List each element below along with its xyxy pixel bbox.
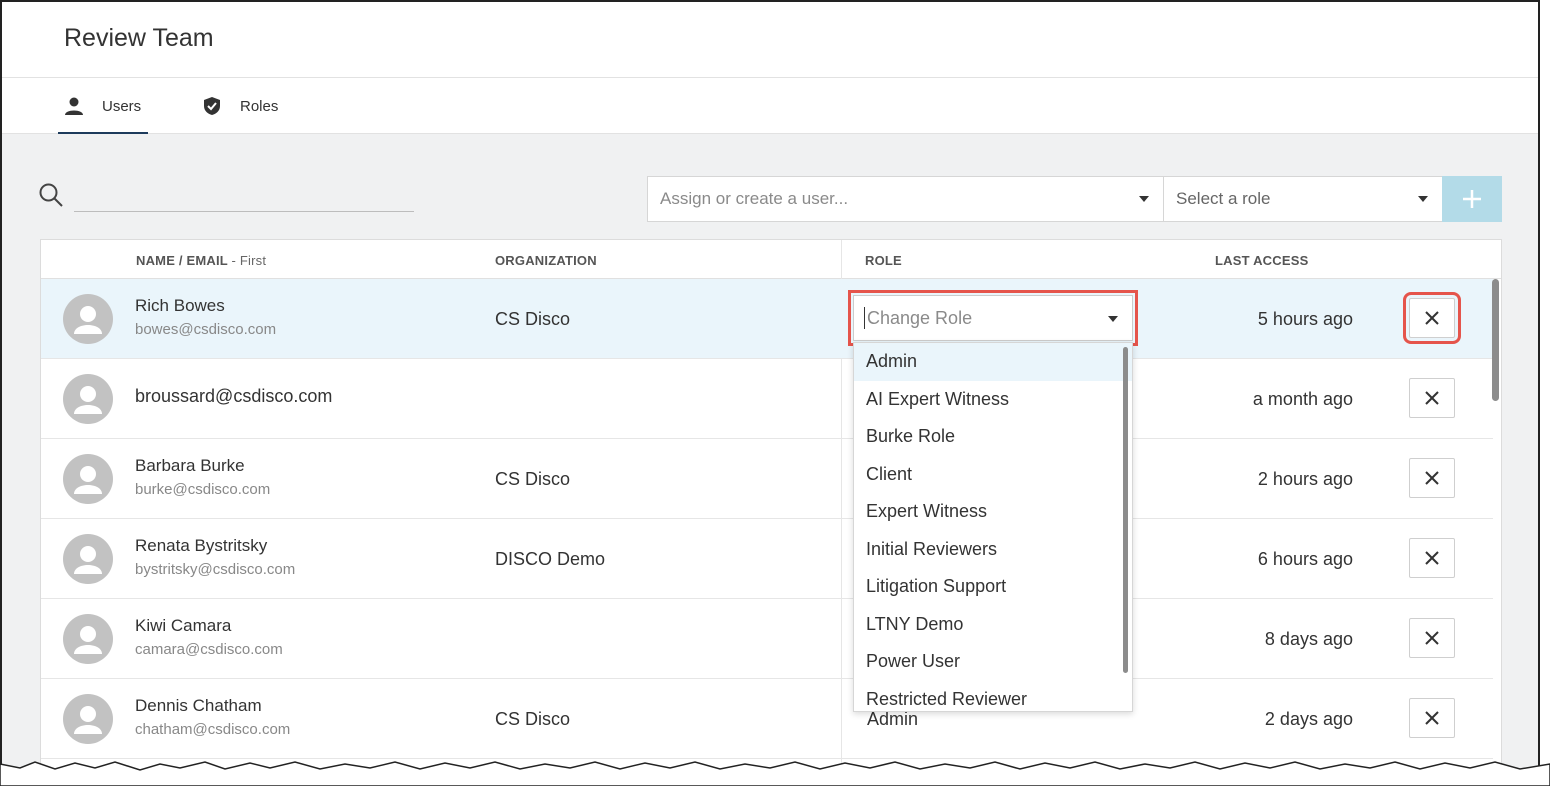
close-icon bbox=[1425, 631, 1439, 645]
user-organization: CS Disco bbox=[495, 469, 571, 489]
close-icon bbox=[1425, 311, 1439, 325]
role-option[interactable]: Power User bbox=[854, 643, 1132, 681]
table-scrollbar[interactable] bbox=[1492, 279, 1499, 401]
column-sort-label: - First bbox=[231, 253, 267, 268]
column-name-label: NAME / EMAIL bbox=[136, 253, 228, 268]
user-name: Rich Bowes bbox=[135, 296, 225, 315]
user-name: Renata Bystritsky bbox=[135, 536, 268, 555]
assign-user-placeholder: Assign or create a user... bbox=[660, 189, 849, 208]
close-icon bbox=[1425, 391, 1439, 405]
plus-icon bbox=[1463, 190, 1481, 208]
role-select-placeholder: Select a role bbox=[1176, 189, 1271, 208]
shield-check-icon bbox=[202, 96, 222, 116]
table-row[interactable]: Barbara Burke burke@csdisco.com CS Disco… bbox=[41, 439, 1493, 519]
remove-user-button[interactable] bbox=[1409, 698, 1455, 738]
table-row[interactable]: Kiwi Camara camara@csdisco.com 8 days ag… bbox=[41, 599, 1493, 679]
avatar bbox=[63, 454, 113, 504]
user-email: broussard@csdisco.com bbox=[135, 386, 333, 406]
text-cursor bbox=[864, 307, 865, 329]
user-role[interactable]: Admin bbox=[867, 709, 918, 730]
avatar bbox=[63, 614, 113, 664]
close-icon bbox=[1425, 711, 1439, 725]
avatar bbox=[63, 294, 113, 344]
assign-user-select[interactable]: Assign or create a user... bbox=[647, 176, 1164, 222]
role-option[interactable]: LTNY Demo bbox=[854, 606, 1132, 644]
role-dropdown-menu[interactable]: Admin AI Expert Witness Burke Role Clien… bbox=[853, 342, 1133, 712]
chevron-down-icon bbox=[1418, 196, 1428, 202]
user-organization: DISCO Demo bbox=[495, 549, 606, 569]
users-table: NAME / EMAIL - First ORGANIZATION ROLE L… bbox=[40, 239, 1502, 772]
remove-user-button[interactable] bbox=[1409, 538, 1455, 578]
user-last-access: 2 hours ago bbox=[1257, 469, 1353, 489]
role-option[interactable]: AI Expert Witness bbox=[854, 381, 1132, 419]
role-option[interactable]: Client bbox=[854, 456, 1132, 494]
role-option[interactable]: Expert Witness bbox=[854, 493, 1132, 531]
column-role[interactable]: ROLE bbox=[865, 253, 902, 268]
column-name-email[interactable]: NAME / EMAIL - First bbox=[136, 253, 266, 268]
search-icon[interactable] bbox=[38, 182, 64, 208]
tab-roles[interactable]: Roles bbox=[202, 78, 278, 134]
avatar bbox=[63, 534, 113, 584]
add-user-button[interactable] bbox=[1442, 176, 1502, 222]
table-header: NAME / EMAIL - First ORGANIZATION ROLE L… bbox=[41, 240, 1501, 279]
role-option[interactable]: Restricted Reviewer bbox=[854, 681, 1132, 712]
role-option[interactable]: Burke Role bbox=[854, 418, 1132, 456]
column-organization[interactable]: ORGANIZATION bbox=[495, 253, 597, 268]
user-last-access: 6 hours ago bbox=[1257, 549, 1353, 569]
chevron-down-icon bbox=[1139, 196, 1149, 202]
remove-user-button[interactable] bbox=[1409, 618, 1455, 658]
user-last-access: a month ago bbox=[1252, 389, 1353, 409]
avatar bbox=[63, 694, 113, 744]
column-last-access[interactable]: LAST ACCESS bbox=[1215, 253, 1308, 268]
main-content: Assign or create a user... Select a role… bbox=[2, 134, 1538, 772]
user-email: camara@csdisco.com bbox=[135, 641, 283, 658]
user-icon bbox=[64, 96, 84, 116]
tab-bar: Users Roles bbox=[2, 78, 1538, 135]
remove-user-button[interactable] bbox=[1403, 292, 1461, 344]
user-last-access: 2 days ago bbox=[1264, 709, 1353, 729]
user-email: burke@csdisco.com bbox=[135, 481, 271, 498]
torn-edge-decoration bbox=[0, 761, 1550, 786]
close-icon bbox=[1425, 471, 1439, 485]
page-header: Review Team bbox=[2, 2, 1538, 78]
user-email: chatham@csdisco.com bbox=[135, 721, 291, 738]
user-organization: CS Disco bbox=[495, 709, 571, 729]
role-option[interactable]: Litigation Support bbox=[854, 568, 1132, 606]
avatar bbox=[63, 374, 113, 424]
change-role-placeholder: Change Role bbox=[867, 307, 973, 328]
tab-users-label: Users bbox=[102, 97, 142, 115]
tab-users[interactable]: Users bbox=[58, 78, 148, 135]
table-row[interactable]: Rich Bowes bowes@csdisco.com CS Disco Ch… bbox=[41, 279, 1493, 359]
user-last-access: 5 hours ago bbox=[1257, 309, 1353, 329]
role-option[interactable]: Admin bbox=[854, 343, 1132, 381]
table-row[interactable]: Renata Bystritsky bystritsky@csdisco.com… bbox=[41, 519, 1493, 599]
remove-user-button[interactable] bbox=[1409, 458, 1455, 498]
page-title: Review Team bbox=[64, 24, 214, 52]
table-row[interactable]: broussard@csdisco.com a month ago bbox=[41, 359, 1493, 439]
user-name: Kiwi Camara bbox=[135, 616, 232, 635]
role-option[interactable]: Initial Reviewers bbox=[854, 531, 1132, 569]
user-email: bystritsky@csdisco.com bbox=[135, 561, 296, 578]
user-name: Barbara Burke bbox=[135, 456, 245, 475]
table-row[interactable]: Dennis Chatham chatham@csdisco.com CS Di… bbox=[41, 679, 1493, 759]
app-window: Review Team Users Roles Assign or create… bbox=[0, 0, 1540, 772]
user-organization: CS Disco bbox=[495, 309, 571, 329]
role-select[interactable]: Select a role bbox=[1163, 176, 1443, 222]
search-input[interactable] bbox=[74, 182, 414, 212]
change-role-select[interactable]: Change Role bbox=[848, 290, 1138, 346]
user-name: Dennis Chatham bbox=[135, 696, 262, 715]
user-last-access: 8 days ago bbox=[1264, 629, 1353, 649]
dropdown-scrollbar[interactable] bbox=[1123, 347, 1128, 673]
remove-user-button[interactable] bbox=[1409, 378, 1455, 418]
tab-roles-label: Roles bbox=[240, 97, 279, 115]
close-icon bbox=[1425, 551, 1439, 565]
chevron-down-icon bbox=[1108, 316, 1118, 322]
user-email: bowes@csdisco.com bbox=[135, 321, 277, 338]
